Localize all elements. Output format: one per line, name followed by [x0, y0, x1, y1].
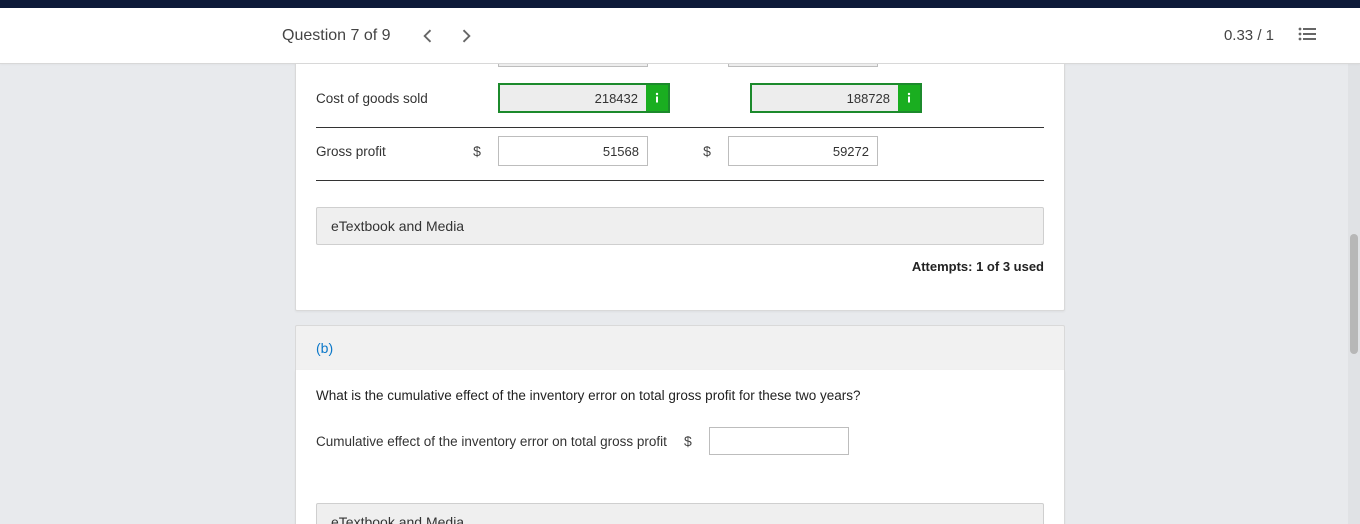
currency-symbol: $	[681, 433, 695, 449]
row-label-cogs: Cost of goods sold	[316, 91, 456, 106]
table-row: Sales $ 270000 $ 248000	[316, 64, 1044, 75]
score-display: 0.33 / 1	[1224, 27, 1274, 44]
question-list-icon[interactable]	[1298, 27, 1316, 44]
info-icon[interactable]	[898, 83, 922, 113]
question-counter: Question 7 of 9	[282, 27, 391, 45]
gross-col2-value: 59272	[728, 136, 878, 166]
table-row: Gross profit $ 51568 $ 59272	[316, 128, 1044, 181]
currency-symbol: $	[700, 143, 714, 159]
info-icon[interactable]	[646, 83, 670, 113]
etextbook-accordion[interactable]: eTextbook and Media	[316, 503, 1044, 524]
currency-symbol: $	[470, 143, 484, 159]
row-label-gross: Gross profit	[316, 144, 456, 159]
prev-question-button[interactable]	[419, 28, 435, 44]
part-b-question: What is the cumulative effect of the inv…	[316, 370, 1044, 427]
table-row: Cost of goods sold $ 218432 $ 188728	[316, 75, 1044, 128]
scrollbar-thumb[interactable]	[1350, 234, 1358, 354]
cogs-col2-value: 188728	[750, 83, 900, 113]
cumulative-effect-input[interactable]	[709, 427, 849, 455]
attempts-label: Attempts: 1 of 3 used	[316, 253, 1044, 290]
part-b-header[interactable]: (b)	[295, 325, 1065, 370]
answer-label: Cumulative effect of the inventory error…	[316, 434, 667, 449]
sales-col1-value: 270000	[498, 64, 648, 67]
gross-col1-value: 51568	[498, 136, 648, 166]
etextbook-accordion[interactable]: eTextbook and Media	[316, 207, 1044, 245]
sales-col2-value: 248000	[728, 64, 878, 67]
next-question-button[interactable]	[459, 28, 475, 44]
cogs-col1-value: 218432	[498, 83, 648, 113]
top-nav-bar	[0, 0, 1360, 8]
question-toolbar: Question 7 of 9 0.33 / 1	[0, 8, 1360, 64]
